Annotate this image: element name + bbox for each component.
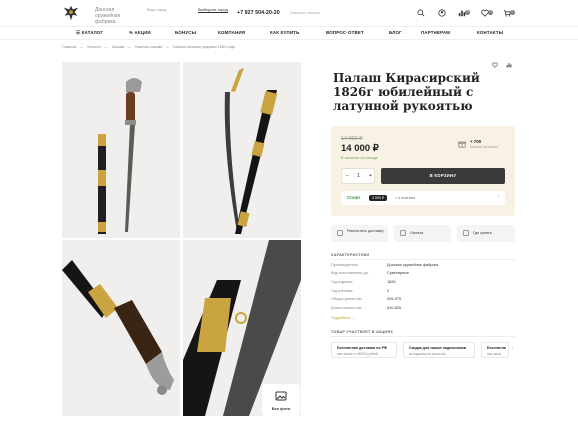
delivery-calc-button[interactable]: Рассчитать доставку <box>331 225 388 242</box>
bonus-caption: бонусов на баланс <box>470 145 498 149</box>
spec-row: Общая длина мм 925-975 <box>331 297 401 301</box>
nav-contacts[interactable]: КОНТАКТЫ <box>477 30 503 35</box>
split-payment-widget[interactable]: Сплит 3 500 ₽ × 4 платежа › <box>341 191 505 205</box>
quantity-value[interactable]: 1 <box>357 173 360 179</box>
gift-icon <box>458 141 466 148</box>
search-icon[interactable] <box>417 9 425 17</box>
current-price: 14 000 ₽ <box>341 143 379 154</box>
add-to-cart-button[interactable]: В КОРЗИНУ <box>381 168 505 184</box>
truck-icon <box>337 230 343 236</box>
product-photo-2[interactable] <box>183 62 301 238</box>
location-icon <box>463 230 469 236</box>
quantity-stepper[interactable]: − 1 + <box>341 168 375 184</box>
specs-title: ХАРАКТЕРИСТИКИ <box>331 253 370 257</box>
more-specs-link[interactable]: Подробнее → <box>331 316 356 320</box>
favorite-icon[interactable] <box>492 62 498 68</box>
breadcrumb-cossack[interactable]: Казачьи шашки <box>135 45 162 49</box>
old-price: 14 000 ₽ <box>341 136 363 142</box>
price-panel: 14 000 ₽ 14 000 ₽ В наличии на складе + … <box>331 126 515 216</box>
sword-full-image <box>98 78 142 234</box>
product-photo-3[interactable] <box>62 240 180 416</box>
nav-partners[interactable]: ПАРТНЕРАМ <box>421 30 450 35</box>
city-selector[interactable]: Выберите город <box>198 7 228 13</box>
split-logo: Сплит <box>347 195 361 200</box>
phone-number[interactable]: +7 927 504-20-20 <box>237 10 280 16</box>
promo-card[interactable]: Скидка для наших подписчиков за подписку… <box>403 342 475 358</box>
compare-badge: 0 <box>465 10 470 15</box>
where-to-buy-button[interactable]: Где купить <box>457 225 515 242</box>
nav-faq[interactable]: ВОПРОС-ОТВЕТ <box>326 30 364 35</box>
product-photo-1[interactable] <box>62 62 180 238</box>
cart-badge: 0 <box>510 10 515 15</box>
callback-link[interactable]: Заказать звонок <box>290 10 320 15</box>
brand-name: Донская оружейная фабрика <box>95 7 121 25</box>
spec-row: Производитель Донская оружейная фабрика <box>331 263 439 267</box>
nav-how-to-buy[interactable]: КАК КУПИТЬ <box>270 30 299 35</box>
chevron-right-icon[interactable]: › <box>512 346 514 352</box>
compare-toggle-icon[interactable] <box>506 62 512 68</box>
site-header: Донская оружейная фабрика Ваш город Выбе… <box>0 0 578 26</box>
user-icon[interactable] <box>438 9 446 17</box>
sword-scabbard-image <box>224 68 278 234</box>
promos-title: ТОВАР УЧАСТВУЕТ В АКЦИЯХ <box>331 330 393 334</box>
nav-blog[interactable]: БЛОГ <box>389 30 402 35</box>
eagle-logo-icon[interactable] <box>62 4 80 22</box>
spec-row: Вид изготовления дл. Сувенирные <box>331 271 409 275</box>
all-photos-label: Все фото <box>271 406 291 411</box>
nav-sales[interactable]: % АКЦИИ <box>129 30 151 35</box>
split-text: × 4 платежа <box>395 195 416 200</box>
product-photo-4[interactable]: Все фото <box>183 240 301 416</box>
gallery-icon <box>275 391 287 401</box>
breadcrumb-home[interactable]: Главная <box>62 45 76 49</box>
spec-row: Год изделия 1826 <box>331 280 396 284</box>
wallet-icon <box>400 230 406 236</box>
divider <box>331 336 515 337</box>
breadcrumb: Главная — Каталог — Шашки — Казачьи шашки — … <box>62 45 235 49</box>
breadcrumb-catalog[interactable]: Каталог <box>87 45 101 49</box>
all-photos-button[interactable]: Все фото <box>262 384 300 416</box>
spec-row: Длина клинка мм 810-825 <box>331 306 401 310</box>
nav-catalog[interactable]: ☰ КАТАЛОГ <box>76 30 103 36</box>
chevron-right-icon: › <box>497 194 499 200</box>
nav-bonuses[interactable]: БОНУСЫ <box>175 30 196 35</box>
main-nav: ☰ КАТАЛОГ % АКЦИИ БОНУСЫ КОМПАНИЯ КАК КУ… <box>0 26 578 40</box>
breadcrumb-shashki[interactable]: Шашки <box>112 45 124 49</box>
payment-button[interactable]: Оплата <box>394 225 451 242</box>
decrease-button[interactable]: − <box>346 173 349 179</box>
favorites-badge: 0 <box>488 10 493 15</box>
increase-button[interactable]: + <box>369 173 372 179</box>
product-title: Палаш Кирасирский 1826г юбилейный с лату… <box>333 71 480 113</box>
nav-company[interactable]: КОМПАНИЯ <box>218 30 245 35</box>
city-label: Ваш город <box>147 7 167 12</box>
divider <box>331 259 515 260</box>
stock-status: В наличии на складе <box>341 156 378 160</box>
promo-card[interactable]: Бесплатна при заказ <box>481 342 509 358</box>
split-amount: 3 500 ₽ <box>369 194 388 201</box>
bonus-amount: + 700 <box>470 139 482 144</box>
spec-row: Год реплики 2 <box>331 289 390 293</box>
breadcrumb-current: Шашка Казачья рядовая 1881 года <box>173 45 235 49</box>
sword-hilt-image <box>62 260 174 395</box>
promo-card[interactable]: Бесплатная доставка по РФ при заказе от … <box>331 342 397 358</box>
